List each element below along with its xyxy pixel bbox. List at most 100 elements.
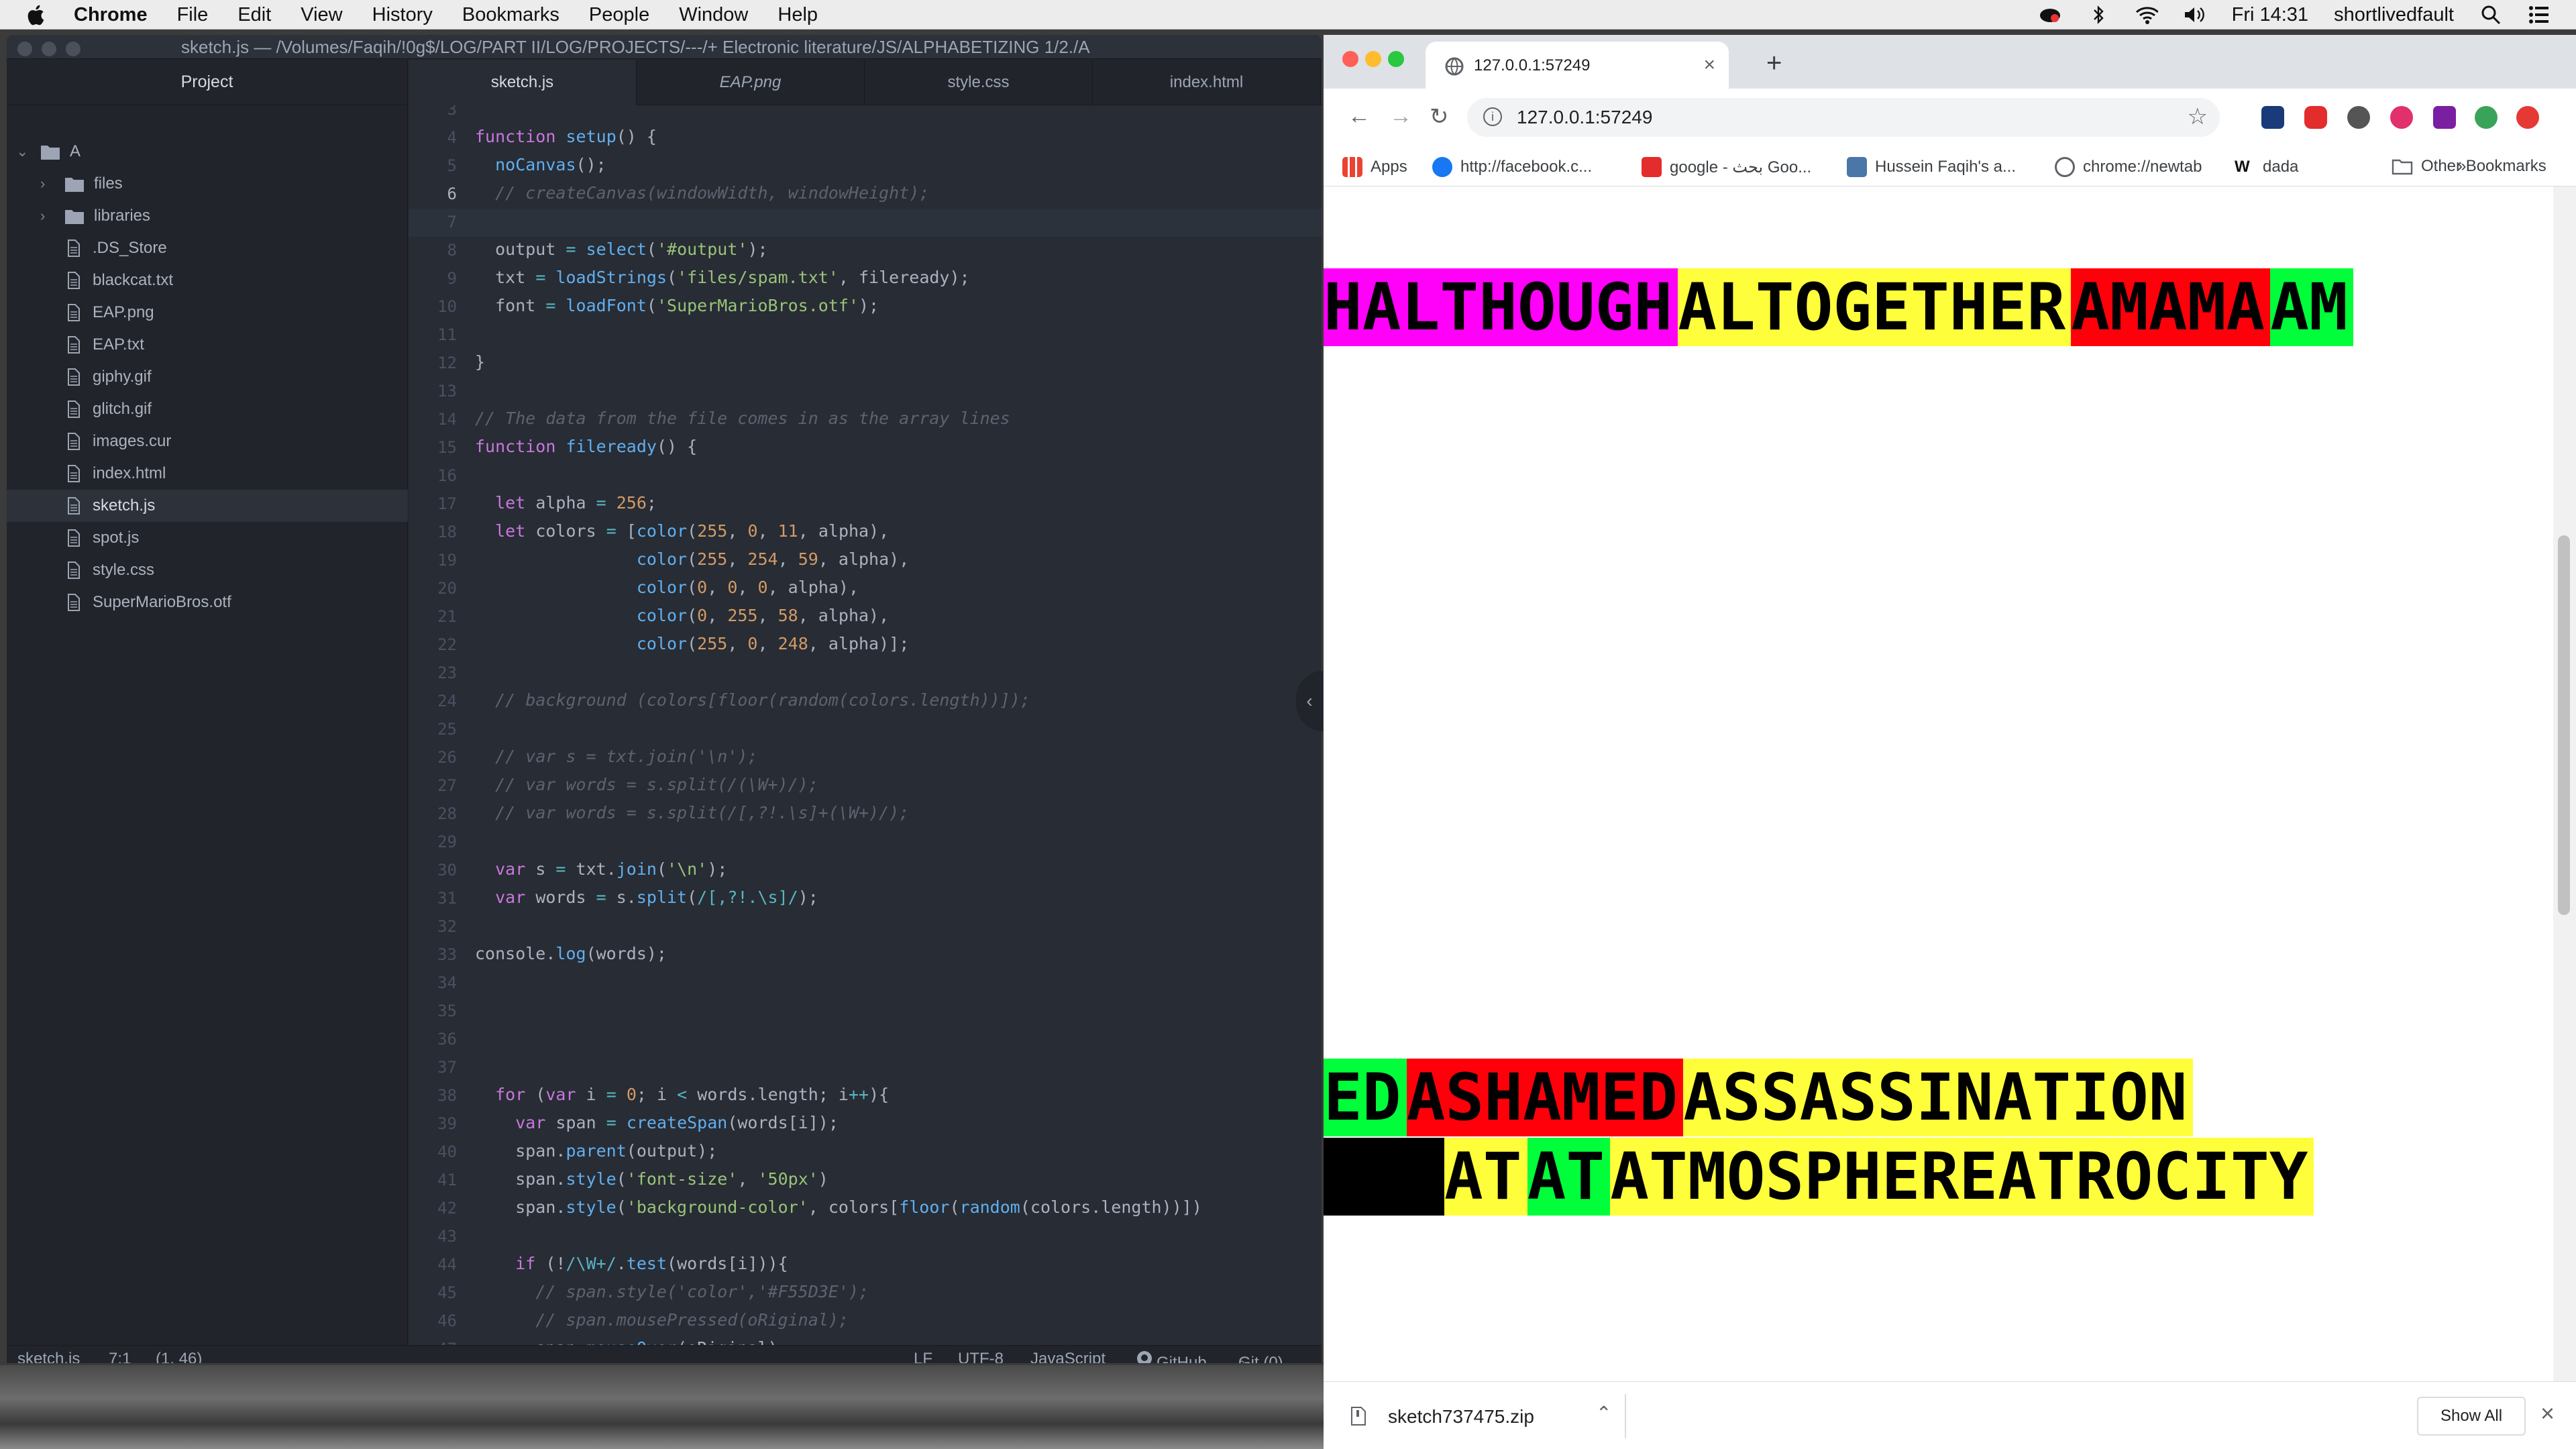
tree-file-item[interactable]: SuperMarioBros.otf xyxy=(7,586,408,619)
tree-file-item[interactable]: EAP.png xyxy=(7,297,408,329)
colored-word-span[interactable]: AMAMA xyxy=(2071,268,2271,346)
menu-file[interactable]: File xyxy=(177,0,209,30)
status-line-ending[interactable]: LF xyxy=(914,1350,932,1363)
menu-history[interactable]: History xyxy=(372,0,433,30)
tab-style-css[interactable]: style.css xyxy=(865,60,1093,105)
tree-root-folder[interactable]: ⌄ A xyxy=(7,136,408,168)
code-line[interactable]: // span.mousePressed(oRiginal); xyxy=(475,1306,849,1334)
code-line[interactable]: // var words = s.split(/[,?!.\s]+(\W+)/)… xyxy=(475,799,909,827)
code-line[interactable]: // The data from the file comes in as th… xyxy=(475,405,1010,433)
download-file-name[interactable]: sketch737475.zip xyxy=(1388,1406,1534,1428)
profile-avatar[interactable] xyxy=(2475,106,2498,129)
code-line[interactable]: // createCanvas(windowWidth, windowHeigh… xyxy=(475,179,929,207)
tree-file-item[interactable]: sketch.js xyxy=(7,490,408,522)
code-line[interactable]: span.style('font-size', '50px') xyxy=(475,1165,828,1193)
address-bar[interactable]: i 127.0.0.1:57249 ☆ xyxy=(1467,98,2220,137)
window-maximize-button[interactable] xyxy=(1388,51,1404,67)
apple-menu-icon[interactable] xyxy=(25,3,46,26)
code-line[interactable]: function fileready() { xyxy=(475,433,697,461)
colored-word-span[interactable]: AT xyxy=(1444,1138,1527,1216)
code-line[interactable]: if (!/\W+/.test(words[i])){ xyxy=(475,1250,788,1278)
code-line[interactable]: span.style('background-color', colors[fl… xyxy=(475,1193,1202,1222)
code-line[interactable]: let alpha = 256; xyxy=(475,489,657,517)
bookmark-apps[interactable]: Apps xyxy=(1342,157,1407,177)
notification-center-icon[interactable] xyxy=(2528,5,2551,25)
code-line[interactable]: } xyxy=(475,348,485,376)
reload-icon[interactable]: ↻ xyxy=(1430,103,1449,130)
bookmark-google-search[interactable]: google - بحث Goo... xyxy=(1642,157,1811,177)
tab-close-icon[interactable]: × xyxy=(1703,54,1715,76)
volume-icon[interactable] xyxy=(2184,5,2206,25)
youtube-extension-icon[interactable] xyxy=(2304,106,2327,129)
status-file[interactable]: sketch.js xyxy=(17,1350,80,1363)
tab-eap-png[interactable]: EAP.png xyxy=(637,60,865,105)
code-line[interactable]: for (var i = 0; i < words.length; i++){ xyxy=(475,1081,889,1109)
colored-word-span[interactable]: AM xyxy=(2270,268,2353,346)
browser-tab[interactable]: 127.0.0.1:57249 × xyxy=(1426,42,1729,89)
spotlight-icon[interactable] xyxy=(2479,5,2502,25)
status-grammar[interactable]: JavaScript xyxy=(1030,1350,1106,1363)
tree-file-item[interactable]: spot.js xyxy=(7,522,408,554)
wifi-icon[interactable] xyxy=(2135,5,2158,25)
tree-file-item[interactable]: giphy.gif xyxy=(7,361,408,393)
code-line[interactable]: color(0, 0, 0, alpha), xyxy=(475,574,859,602)
code-line[interactable]: // background (colors[floor(random(color… xyxy=(475,686,1030,714)
code-line[interactable]: color(255, 254, 59, alpha), xyxy=(475,545,909,574)
extension-icon[interactable] xyxy=(2347,106,2370,129)
bookmark-vk[interactable]: Hussein Faqih's a... xyxy=(1847,157,2016,177)
tree-file-item[interactable]: EAP.txt xyxy=(7,329,408,361)
tree-file-item[interactable]: style.css xyxy=(7,554,408,586)
code-line[interactable]: span.mouseOver(oRiginal); xyxy=(475,1334,788,1345)
colored-word-span[interactable]: ALTOGETHER xyxy=(1678,268,2072,346)
code-line[interactable]: span.parent(output); xyxy=(475,1137,717,1165)
colored-word-span[interactable]: ASHAMED xyxy=(1406,1059,1684,1136)
tab-sketch-js[interactable]: sketch.js xyxy=(409,60,637,105)
other-bookmarks-folder[interactable]: Other Bookmarks xyxy=(2392,157,2546,176)
window-close-button[interactable] xyxy=(1342,51,1358,67)
colored-word-span[interactable]: ASSASSINATION xyxy=(1683,1059,2193,1136)
status-github[interactable]: GitHub xyxy=(1136,1350,1207,1363)
code-line[interactable]: var words = s.split(/[,?!.\s]/); xyxy=(475,883,818,912)
project-panel-header[interactable]: Project xyxy=(7,60,407,105)
close-icon[interactable]: × xyxy=(2540,1399,2555,1428)
bookmark-newtab[interactable]: chrome://newtab xyxy=(2055,157,2202,177)
tree-file-item[interactable]: index.html xyxy=(7,458,408,490)
code-line[interactable]: noCanvas(); xyxy=(475,151,606,179)
code-line[interactable]: output = select('#output'); xyxy=(475,235,767,264)
code-line[interactable]: console.log(words); xyxy=(475,940,667,968)
code-line[interactable]: color(0, 255, 58, alpha), xyxy=(475,602,889,630)
colored-word-span[interactable] xyxy=(1324,1138,1444,1216)
code-line[interactable]: // span.style('color','#F55D3E'); xyxy=(475,1278,869,1306)
extension-icon[interactable] xyxy=(2261,106,2284,129)
code-line[interactable]: var s = txt.join('\n'); xyxy=(475,855,727,883)
menu-people[interactable]: People xyxy=(589,0,649,30)
code-line[interactable]: txt = loadStrings('files/spam.txt', file… xyxy=(475,264,969,292)
tree-file-item[interactable]: blackcat.txt xyxy=(7,264,408,297)
show-all-button[interactable]: Show All xyxy=(2417,1397,2526,1436)
tree-file-item[interactable]: .DS_Store xyxy=(7,232,408,264)
menu-window[interactable]: Window xyxy=(679,0,748,30)
bookmark-facebook[interactable]: http://facebook.c... xyxy=(1432,157,1592,177)
code-line[interactable]: font = loadFont('SuperMarioBros.otf'); xyxy=(475,292,879,320)
tree-file-item[interactable]: glitch.gif xyxy=(7,393,408,425)
code-line[interactable]: // var words = s.split(/(\W+)/); xyxy=(475,771,818,799)
menu-edit[interactable]: Edit xyxy=(237,0,271,30)
colored-word-span[interactable]: ED xyxy=(1324,1059,1407,1136)
chevron-up-icon[interactable]: ⌃ xyxy=(1596,1402,1611,1424)
menu-help[interactable]: Help xyxy=(777,0,818,30)
status-selection[interactable]: (1, 46) xyxy=(156,1350,202,1363)
forward-icon[interactable]: → xyxy=(1389,103,1412,129)
instagram-extension-icon[interactable] xyxy=(2390,106,2413,129)
bookmark-star-icon[interactable]: ☆ xyxy=(2188,103,2208,130)
new-tab-button[interactable]: + xyxy=(1766,48,1782,78)
menu-app-name[interactable]: Chrome xyxy=(74,0,148,30)
tree-file-item[interactable]: images.cur xyxy=(7,425,408,458)
back-icon[interactable]: ← xyxy=(1348,103,1371,129)
user-name[interactable]: shortlivedfault xyxy=(2334,4,2454,26)
window-minimize-button[interactable] xyxy=(42,42,56,56)
menu-bookmarks[interactable]: Bookmarks xyxy=(462,0,559,30)
code-line[interactable]: color(255, 0, 248, alpha)]; xyxy=(475,630,909,658)
bluetooth-icon[interactable] xyxy=(2087,5,2110,25)
menu-view[interactable]: View xyxy=(301,0,342,30)
status-cursor-position[interactable]: 7:1 xyxy=(109,1350,131,1363)
